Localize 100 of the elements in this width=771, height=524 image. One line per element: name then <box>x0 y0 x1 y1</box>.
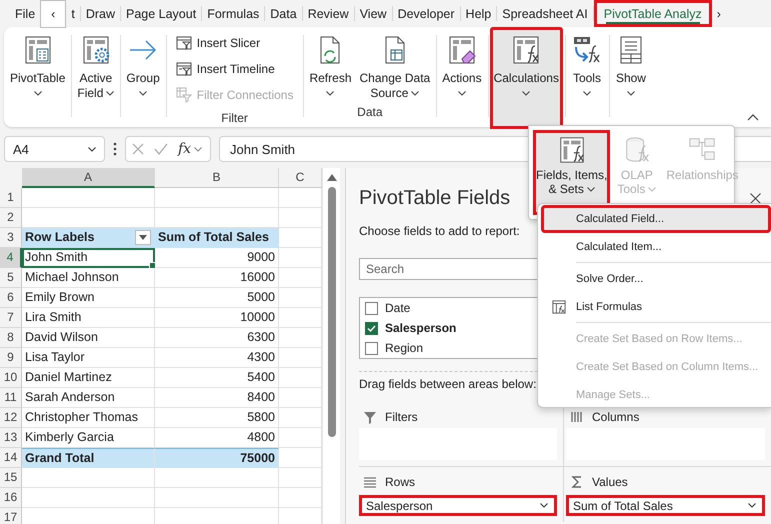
slicer-icon <box>176 35 192 51</box>
row-header[interactable]: 14 <box>0 448 22 468</box>
table-cell: 9000 <box>155 248 279 268</box>
table-cell: Michael Johnson <box>22 268 155 288</box>
field-dropdown[interactable]: Sum of Total Sales <box>566 495 765 516</box>
group-label: Data <box>356 105 384 121</box>
table-cell: 4300 <box>155 348 279 368</box>
table-cell: 5000 <box>155 288 279 308</box>
menu-item[interactable]: Calculated Item... <box>541 233 771 261</box>
table-cell: David Wilson <box>22 328 155 348</box>
name-box[interactable]: A4 <box>4 136 105 162</box>
table-cell: 10000 <box>155 308 279 328</box>
area-label: Values <box>592 475 628 489</box>
ribbon-tab[interactable]: Spreadsheet AI <box>497 0 593 27</box>
timeline-icon <box>176 61 192 77</box>
fill-handle[interactable] <box>149 262 156 269</box>
row-header[interactable]: 15 <box>0 468 22 488</box>
pane-title: PivotTable Fields <box>359 186 510 210</box>
ribbon-button[interactable]: Tools <box>566 27 607 127</box>
ribbon-tab[interactable]: Formulas <box>202 0 264 27</box>
cancel-icon[interactable] <box>132 143 144 155</box>
check-icon[interactable] <box>154 143 168 155</box>
ribbon-tab[interactable]: Page Layout <box>120 0 202 27</box>
table-cell: Sum of Total Sales <box>155 228 279 248</box>
row-header[interactable]: 4 <box>0 248 22 268</box>
ribbon-button[interactable]: PivotTable <box>6 27 70 127</box>
area-label: Rows <box>385 475 416 489</box>
more-options-icon[interactable] <box>113 142 117 156</box>
row-header[interactable]: 2 <box>0 208 22 228</box>
row-header[interactable]: 13 <box>0 428 22 448</box>
columns-icon <box>570 410 584 424</box>
collapse-ribbon-icon[interactable] <box>747 113 759 121</box>
row-header[interactable]: 6 <box>0 288 22 308</box>
ribbon-tab[interactable]: Help <box>460 0 496 27</box>
scroll-tabs-button[interactable]: › <box>712 0 726 27</box>
row-header[interactable]: 8 <box>0 328 22 348</box>
instruction-text: Choose fields to add to report: <box>359 224 521 238</box>
table-cell: John Smith <box>22 248 155 268</box>
row-header[interactable]: 3 <box>0 228 22 248</box>
ribbon-button[interactable]: Active Field <box>73 27 118 127</box>
insert-function-button[interactable]: fx <box>178 141 202 157</box>
caret-icon <box>648 187 656 192</box>
menu-item[interactable]: Solve Order... <box>541 265 771 293</box>
checkbox[interactable] <box>365 342 378 354</box>
ribbon-button[interactable]: Actions <box>438 27 486 127</box>
field-name: Region <box>385 341 424 355</box>
column-header[interactable]: B <box>155 168 279 188</box>
column-header[interactable]: C <box>279 168 322 188</box>
ribbon-tab[interactable]: File <box>10 0 40 27</box>
caret-icon <box>139 235 147 240</box>
ribbon-tab[interactable]: t <box>66 0 80 27</box>
table-cell: Lisa Taylor <box>22 348 155 368</box>
row-header[interactable]: 16 <box>0 488 22 508</box>
field-name: Date <box>385 301 410 315</box>
caret-icon <box>194 146 202 152</box>
ribbon-button[interactable]: Refresh <box>305 27 356 105</box>
scrollbar-thumb[interactable] <box>328 187 336 437</box>
checkbox[interactable] <box>365 322 378 334</box>
ribbon-tab[interactable]: Developer <box>392 0 460 27</box>
menu-item[interactable]: Calculated Field... <box>541 205 771 233</box>
rows-icon <box>363 475 377 489</box>
ribbon-tab[interactable]: PivotTable Analyz <box>594 0 712 27</box>
field-dropdown[interactable]: Salesperson <box>359 495 557 516</box>
group-label: Filter <box>220 111 249 127</box>
ribbon-tab[interactable]: Review <box>302 0 354 27</box>
caret-icon <box>582 91 591 96</box>
row-header[interactable]: 5 <box>0 268 22 288</box>
ribbon-button[interactable]: Change Data Source <box>356 27 434 105</box>
ribbon-button[interactable]: Insert Timeline <box>172 58 298 80</box>
ribbon-button[interactable]: Calculations <box>490 27 563 129</box>
row-header[interactable]: 11 <box>0 388 22 408</box>
scroll-up-icon[interactable] <box>326 174 336 181</box>
menu-item[interactable]: List Formulas <box>541 293 771 321</box>
row-header[interactable]: 17 <box>0 508 22 524</box>
caret-icon <box>626 91 635 96</box>
caret-icon <box>34 91 42 96</box>
close-icon[interactable] <box>750 192 761 204</box>
table-cell: Emily Brown <box>22 288 155 308</box>
ribbon-tab[interactable]: View <box>354 0 392 27</box>
row-header[interactable]: 9 <box>0 348 22 368</box>
row-header[interactable]: 10 <box>0 368 22 388</box>
ribbon-button[interactable]: Group <box>122 27 164 127</box>
area-label: Filters <box>385 410 418 424</box>
connections-icon <box>176 87 192 103</box>
filter-icon <box>363 410 377 424</box>
column-header[interactable]: A <box>22 168 155 188</box>
ribbon-button[interactable]: Insert Slicer <box>172 32 298 54</box>
row-header[interactable]: 7 <box>0 308 22 328</box>
caret-icon <box>522 91 530 96</box>
table-cell: 5400 <box>155 368 279 388</box>
row-header[interactable]: 1 <box>0 188 22 208</box>
ribbon-tab[interactable]: Draw <box>80 0 120 27</box>
checkbox[interactable] <box>365 302 378 314</box>
scroll-tabs-button[interactable]: ‹ <box>40 0 66 28</box>
table-cell: Lira Smith <box>22 308 155 328</box>
ribbon-tab[interactable]: Data <box>265 0 302 27</box>
filter-dropdown-button[interactable] <box>135 230 151 245</box>
caret-icon <box>540 503 548 508</box>
check-icon <box>367 324 376 332</box>
row-header[interactable]: 12 <box>0 408 22 428</box>
